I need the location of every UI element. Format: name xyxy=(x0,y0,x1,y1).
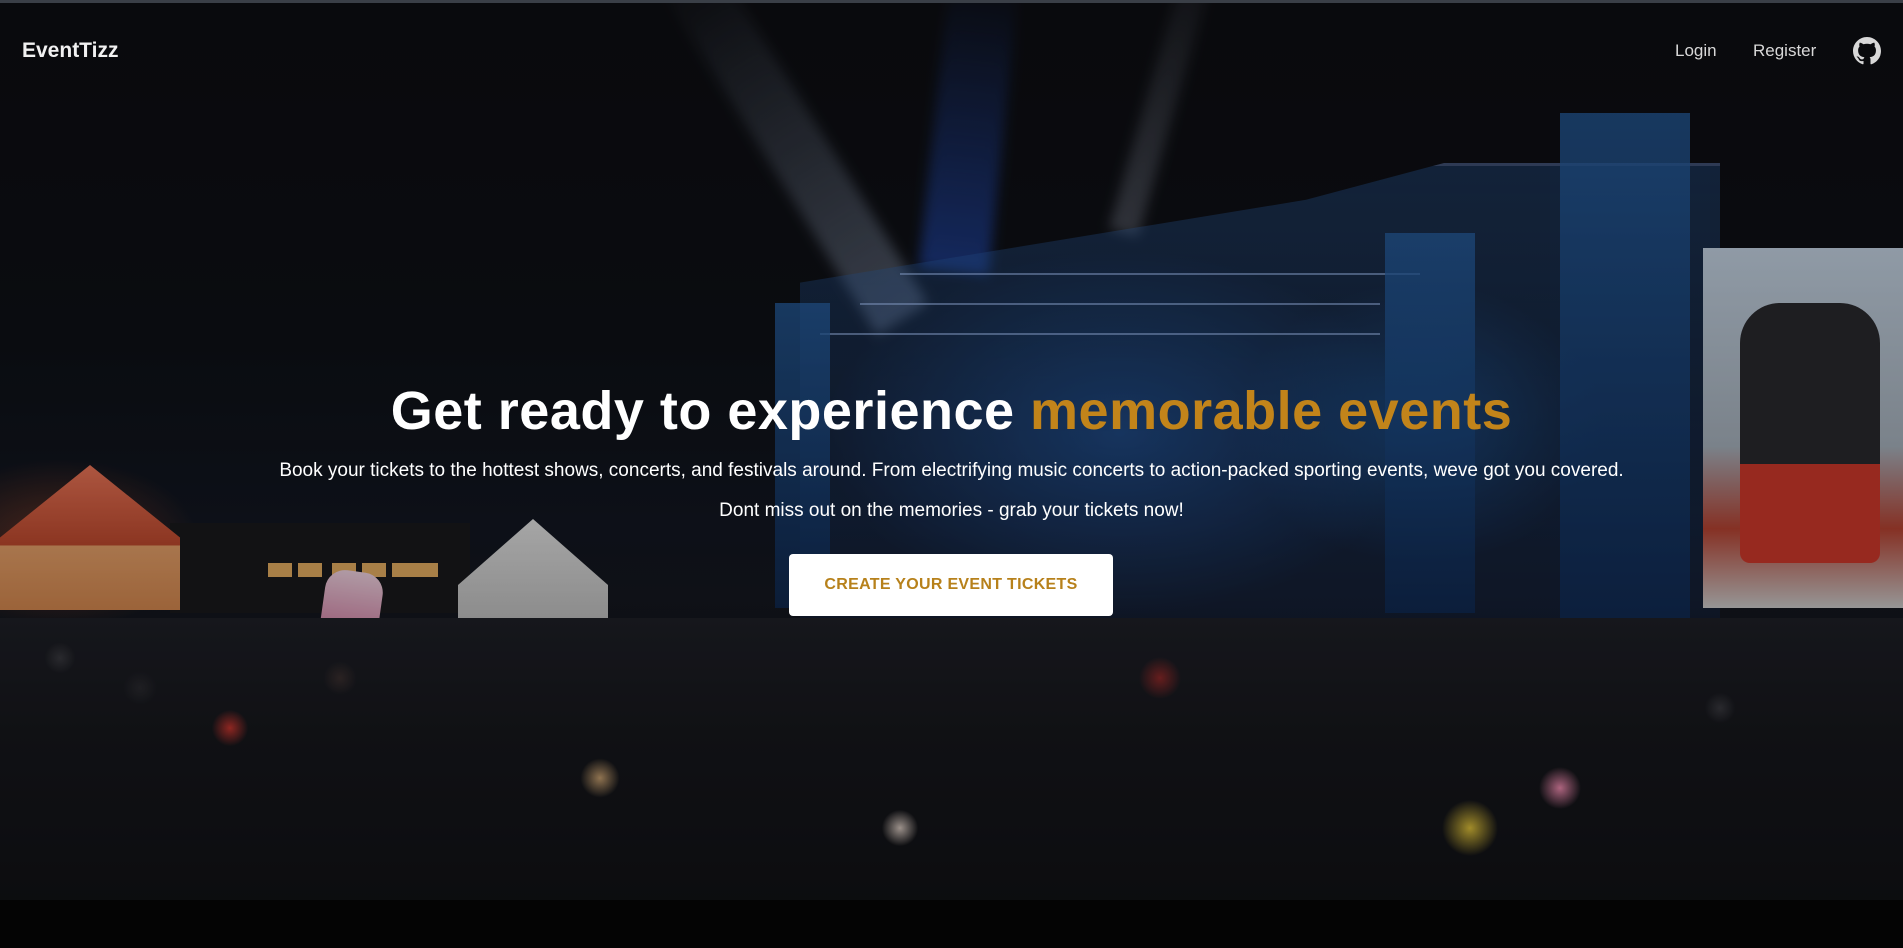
hero-title-plain: Get ready to experience xyxy=(390,381,1031,441)
hero-subtitle: Book your tickets to the hottest shows, … xyxy=(279,460,1624,481)
hero-title: Get ready to experience memorable events xyxy=(0,380,1903,442)
login-link[interactable]: Login xyxy=(1675,41,1717,61)
top-navbar: EventTizz Login Register xyxy=(0,3,1903,95)
github-icon[interactable] xyxy=(1853,37,1881,65)
github-icon xyxy=(1853,37,1881,65)
register-link[interactable]: Register xyxy=(1753,41,1816,61)
hero-dark-overlay xyxy=(0,3,1903,900)
brand-logo[interactable]: EventTizz xyxy=(22,39,118,63)
hero-title-accent: memorable events xyxy=(1030,381,1513,441)
create-event-tickets-button[interactable]: CREATE YOUR EVENT TICKETS xyxy=(789,554,1113,616)
hero-tagline: Dont miss out on the memories - grab you… xyxy=(719,500,1184,521)
bottom-bar xyxy=(0,900,1903,948)
